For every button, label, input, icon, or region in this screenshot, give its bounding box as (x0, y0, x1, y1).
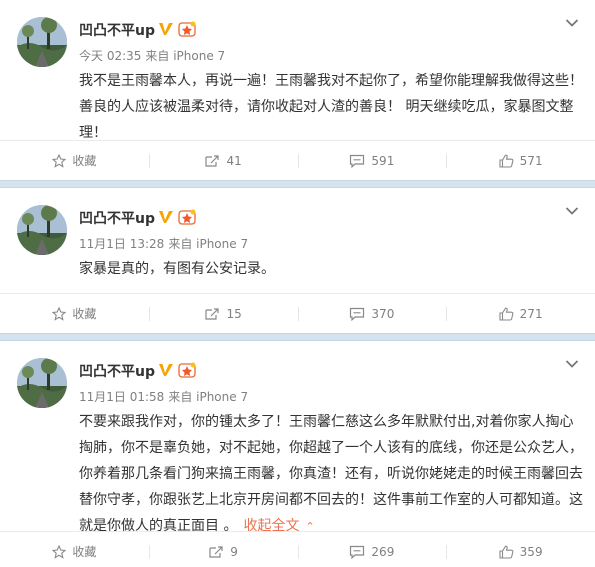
star-icon (52, 306, 67, 321)
chevron-down-icon[interactable] (565, 206, 579, 216)
weibo-feed: 凹凸不平up 今天 02:35 来自 iPhone 7 我不是王雨馨本人，再说一遍… (0, 0, 595, 567)
avatar-photo (17, 205, 67, 255)
like-button[interactable]: 571 (446, 152, 595, 170)
repost-button[interactable]: 15 (148, 305, 298, 323)
author-name[interactable]: 凹凸不平up (79, 361, 155, 381)
post-content: 我不是王雨馨本人，再说一遍！王雨馨我对不起你了，希望你能理解我做得这些！善良的人… (79, 73, 583, 141)
member-medal-icon[interactable] (178, 209, 196, 225)
favorite-label: 收藏 (72, 154, 97, 168)
action-bar: 收藏 9 269 359 (0, 531, 595, 567)
repost-button[interactable]: 41 (148, 152, 298, 170)
post-time[interactable]: 11月1日 01:58 (79, 390, 164, 404)
comment-button[interactable]: 269 (297, 543, 447, 561)
author-name[interactable]: 凹凸不平up (79, 208, 155, 228)
chevron-down-icon[interactable] (565, 359, 579, 369)
comment-icon (350, 545, 365, 559)
comment-count: 269 (371, 544, 395, 559)
post-source: 来自 iPhone 7 (145, 49, 226, 63)
member-medal-icon[interactable] (178, 362, 196, 378)
favorite-label: 收藏 (72, 545, 97, 559)
avatar-photo (17, 358, 67, 408)
member-medal-icon[interactable] (178, 21, 196, 37)
repost-button[interactable]: 9 (148, 543, 298, 561)
comment-count: 370 (371, 306, 395, 321)
repost-icon (205, 307, 220, 320)
repost-count: 41 (226, 153, 242, 168)
verified-v-icon (159, 23, 173, 35)
post-meta: 11月1日 13:28 来自 iPhone 7 (79, 235, 248, 252)
repost-count: 15 (226, 306, 242, 321)
repost-icon (209, 545, 223, 558)
comment-count: 591 (371, 153, 395, 168)
post-card: 凹凸不平up 11月1日 13:28 来自 iPhone 7 家暴是真的，有图有公… (0, 188, 595, 333)
action-bar: 收藏 41 591 571 (0, 140, 595, 180)
comment-icon (350, 307, 365, 321)
like-count: 359 (519, 544, 543, 559)
thumbs-up-icon (499, 154, 514, 168)
star-icon (52, 544, 67, 559)
post-source: 来自 iPhone 7 (168, 390, 249, 404)
avatar-photo (17, 17, 67, 67)
thumbs-up-icon (499, 307, 514, 321)
post-time[interactable]: 今天 02:35 (79, 49, 141, 63)
post-source: 来自 iPhone 7 (168, 237, 249, 251)
favorite-button[interactable]: 收藏 (0, 305, 149, 323)
like-button[interactable]: 359 (446, 543, 595, 561)
comment-button[interactable]: 370 (297, 305, 447, 323)
verified-v-icon (159, 211, 173, 223)
post-meta: 11月1日 01:58 来自 iPhone 7 (79, 388, 248, 405)
post-card: 凹凸不平up 今天 02:35 来自 iPhone 7 我不是王雨馨本人，再说一遍… (0, 0, 595, 180)
comment-button[interactable]: 591 (297, 152, 447, 170)
thumbs-up-icon (499, 545, 514, 559)
avatar[interactable] (17, 358, 67, 408)
like-button[interactable]: 271 (446, 305, 595, 323)
post-meta: 今天 02:35 来自 iPhone 7 (79, 47, 225, 64)
repost-icon (205, 154, 220, 167)
action-bar: 收藏 15 370 271 (0, 293, 595, 333)
post-card: 凹凸不平up 11月1日 01:58 来自 iPhone 7 不要来跟我作对，你的… (0, 341, 595, 567)
star-icon (52, 153, 67, 168)
favorite-label: 收藏 (72, 307, 97, 321)
comment-icon (350, 154, 365, 168)
chevron-down-icon[interactable] (565, 18, 579, 28)
like-count: 571 (519, 153, 543, 168)
author-name[interactable]: 凹凸不平up (79, 20, 155, 40)
repost-count: 9 (230, 544, 238, 559)
post-separator (0, 333, 595, 341)
post-time[interactable]: 11月1日 13:28 (79, 237, 164, 251)
avatar[interactable] (17, 17, 67, 67)
avatar[interactable] (17, 205, 67, 255)
post-separator (0, 180, 595, 188)
favorite-button[interactable]: 收藏 (0, 543, 149, 561)
post-text: 不要来跟我作对，你的锺太多了！王雨馨仁慈这么多年默默付出,对着你家人掏心掏肺，你… (79, 414, 583, 534)
like-count: 271 (519, 306, 543, 321)
verified-v-icon (159, 364, 173, 376)
post-content: 家暴是真的，有图有公安记录。 (79, 261, 275, 277)
favorite-button[interactable]: 收藏 (0, 152, 149, 170)
post-content: 不要来跟我作对，你的锺太多了！王雨馨仁慈这么多年默默付出,对着你家人掏心掏肺，你… (79, 409, 585, 540)
